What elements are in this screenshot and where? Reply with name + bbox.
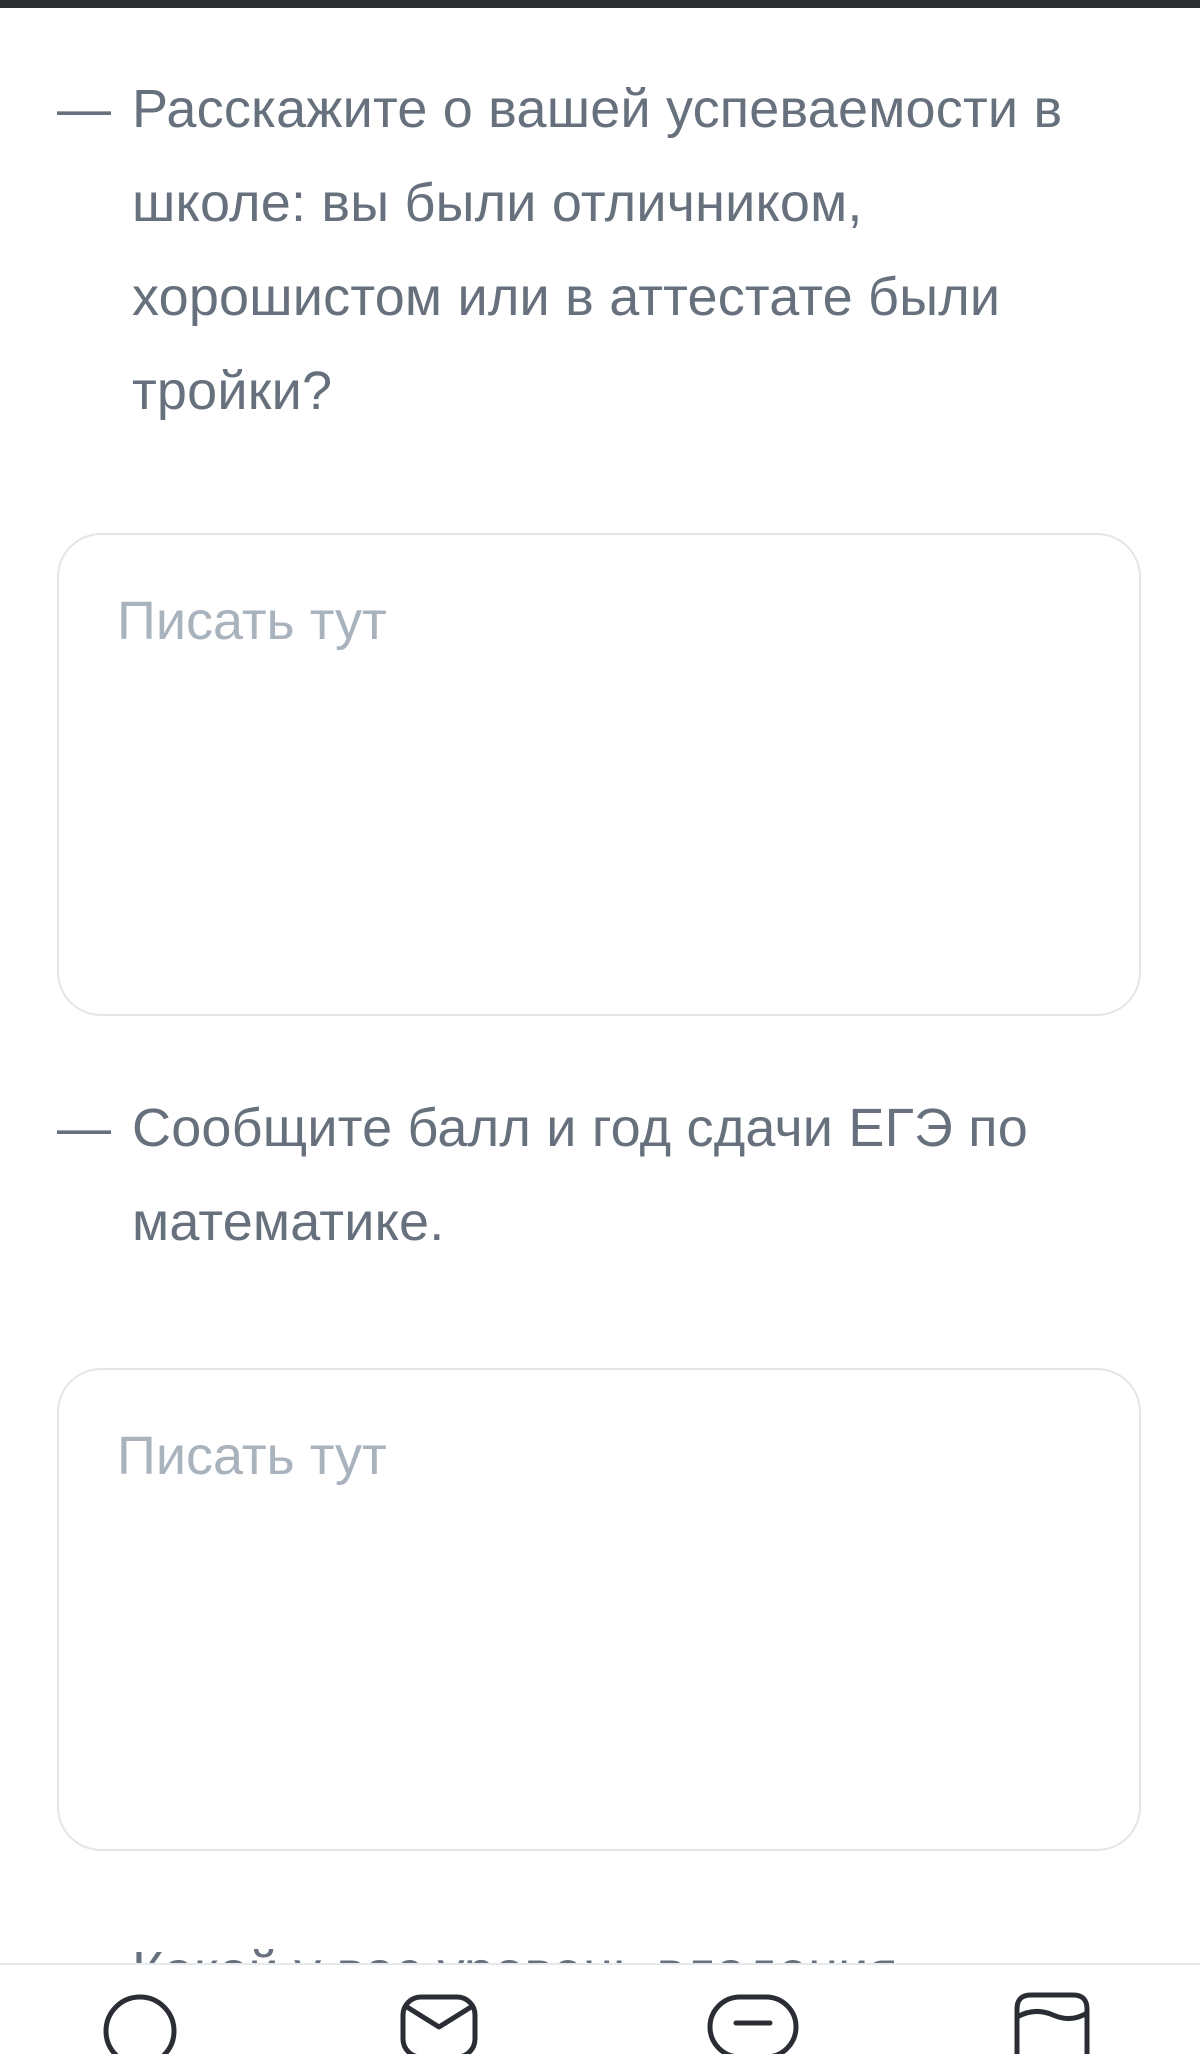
top-edge (0, 0, 1200, 8)
question-dash: — (57, 1098, 111, 1158)
nav-item-chat[interactable] (676, 1965, 826, 2054)
question-2-text: Сообщите балл и год сдачи ЕГЭ по математ… (132, 1098, 1028, 1252)
question-1: — Расскажите о вашей успеваемости в школ… (57, 62, 1147, 438)
book-icon (1014, 1992, 1090, 2054)
answer-1-field[interactable] (117, 579, 1077, 959)
nav-item-mail[interactable] (363, 1965, 513, 2054)
question-dash: — (57, 79, 111, 139)
question-3: Какой у вас уровень владения (132, 1930, 1132, 1964)
chat-icon (707, 1994, 799, 2054)
question-2: — Сообщите балл и год сдачи ЕГЭ по матем… (57, 1081, 1147, 1269)
bottom-navigation (0, 1963, 1200, 2054)
answer-box-1[interactable] (57, 533, 1141, 1016)
answer-box-2[interactable] (57, 1368, 1141, 1851)
home-icon (103, 1994, 177, 2054)
mail-icon (400, 1994, 478, 2054)
answer-2-field[interactable] (117, 1414, 1077, 1794)
nav-item-home[interactable] (65, 1965, 215, 2054)
question-3-text: Какой у вас уровень владения (132, 1930, 1132, 1964)
nav-item-book[interactable] (975, 1965, 1125, 2054)
question-1-text: Расскажите о вашей успеваемости в школе:… (132, 79, 1063, 421)
